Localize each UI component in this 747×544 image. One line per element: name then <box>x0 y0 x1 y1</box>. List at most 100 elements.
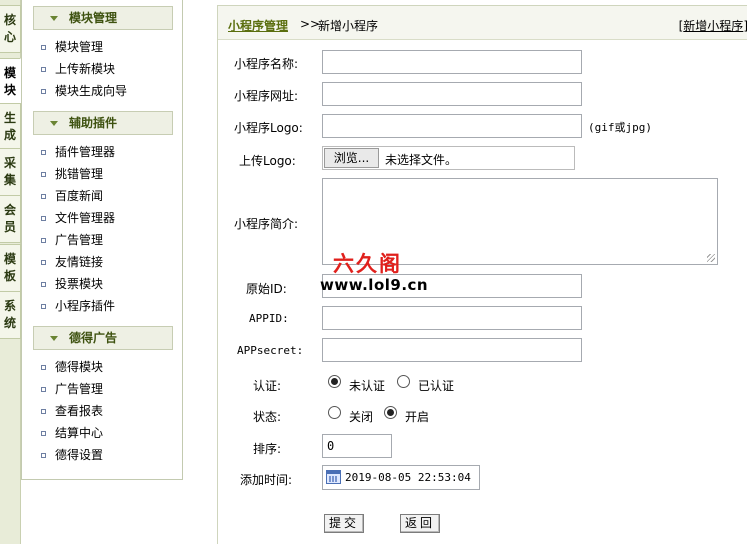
vtab-label: 采集 <box>3 156 16 187</box>
sidebar-item-settlement[interactable]: 结算中心 <box>41 424 103 442</box>
main-panel: 小程序管理 >> 新增小程序 [新增小程序] 小程序名称: 小程序网址: 小程序… <box>217 5 747 544</box>
new-miniprogram-link[interactable]: 新增小程序 <box>683 19 743 33</box>
sidebar-item-view-report[interactable]: 查看报表 <box>41 402 103 420</box>
sidebar-item-label: 文件管理器 <box>55 211 116 225</box>
menu-group-plugins[interactable]: 辅助插件 <box>33 111 173 135</box>
sidebar-item-label: 上传新模块 <box>55 62 116 76</box>
bullet-icon <box>41 67 46 72</box>
origin-id-label: 原始ID: <box>246 282 287 296</box>
sidebar-menu: 模块管理 模块管理 上传新模块 模块生成向导 辅助插件 插件管理器 挑错管理 百… <box>21 0 183 480</box>
bullet-icon <box>41 89 46 94</box>
sidebar-item-label: 结算中心 <box>55 426 104 440</box>
verify-radio-verified[interactable] <box>397 375 410 388</box>
logo-input[interactable] <box>322 114 582 138</box>
status-option-on: 开启 <box>405 410 430 424</box>
verify-radio-unverified[interactable] <box>328 375 341 388</box>
browse-button[interactable]: 浏览... <box>324 148 379 168</box>
menu-group-dede-ads[interactable]: 德得广告 <box>33 326 173 350</box>
vtab-module[interactable]: 模块 <box>0 58 21 106</box>
sidebar-item-dede-module[interactable]: 德得模块 <box>41 358 103 376</box>
sidebar-item-module-wizard[interactable]: 模块生成向导 <box>41 82 127 100</box>
sidebar-item-label: 投票模块 <box>55 277 104 291</box>
sidebar-item-label: 查看报表 <box>55 404 104 418</box>
bullet-icon <box>41 431 46 436</box>
sidebar-item-ad-manage[interactable]: 广告管理 <box>41 231 103 249</box>
breadcrumb-link-miniprogram[interactable]: 小程序管理 <box>228 17 288 34</box>
sidebar-item-file-manager[interactable]: 文件管理器 <box>41 209 115 227</box>
bracket-close: ] <box>743 19 747 33</box>
sidebar-item-baidu-news[interactable]: 百度新闻 <box>41 187 103 205</box>
status-radio-off[interactable] <box>328 406 341 419</box>
sidebar-item-label: 德得设置 <box>55 448 104 462</box>
status-radio-on[interactable] <box>384 406 397 419</box>
sort-input[interactable] <box>322 434 392 458</box>
vtab-label: 模板 <box>3 252 16 283</box>
appid-input[interactable] <box>322 306 582 330</box>
sidebar-item-friend-links[interactable]: 友情链接 <box>41 253 103 271</box>
date-time-value: 2019-08-05 22:53:04 <box>345 471 471 484</box>
logo-format-hint: (gif或jpg) <box>588 121 652 134</box>
new-miniprogram-link-wrap: [新增小程序] <box>679 17 747 34</box>
vtab-system[interactable]: 系统 <box>0 291 21 339</box>
no-file-selected-text: 未选择文件。 <box>385 153 458 167</box>
verify-option-verified: 已认证 <box>418 379 455 393</box>
bullet-icon <box>41 409 46 414</box>
sidebar-item-label: 挑错管理 <box>55 167 104 181</box>
date-time-input[interactable]: 2019-08-05 22:53:04 <box>322 465 480 490</box>
bullet-icon <box>41 172 46 177</box>
vtab-template[interactable]: 模板 <box>0 244 21 292</box>
sidebar-item-ad-manage-2[interactable]: 广告管理 <box>41 380 103 398</box>
name-input[interactable] <box>322 50 582 74</box>
bullet-icon <box>41 304 46 309</box>
bullet-icon <box>41 365 46 370</box>
sidebar-item-label: 模块管理 <box>55 40 104 54</box>
appid-label: APPID: <box>249 312 289 325</box>
status-option-off: 关闭 <box>349 410 374 424</box>
sidebar-item-module-manage[interactable]: 模块管理 <box>41 38 103 56</box>
vtab-label: 模块 <box>3 66 16 97</box>
sidebar-item-label: 友情链接 <box>55 255 104 269</box>
sidebar-item-label: 模块生成向导 <box>55 84 128 98</box>
sidebar-item-upload-module[interactable]: 上传新模块 <box>41 60 115 78</box>
submit-button[interactable]: 提交 <box>324 514 364 533</box>
logo-label: 小程序Logo: <box>234 121 303 135</box>
breadcrumb-bar: 小程序管理 >> 新增小程序 [新增小程序] <box>218 6 747 40</box>
bullet-icon <box>41 453 46 458</box>
menu-group-title: 德得广告 <box>69 331 118 345</box>
bullet-icon <box>41 238 46 243</box>
sidebar-item-plugin-manager[interactable]: 插件管理器 <box>41 143 115 161</box>
menu-group-title: 辅助插件 <box>69 116 118 130</box>
url-input[interactable] <box>322 82 582 106</box>
vtab-collect[interactable]: 采集 <box>0 148 21 196</box>
bullet-icon <box>41 194 46 199</box>
sidebar-item-vote-module[interactable]: 投票模块 <box>41 275 103 293</box>
calendar-icon[interactable] <box>326 470 341 484</box>
chevron-down-icon <box>50 336 58 341</box>
bullet-icon <box>41 45 46 50</box>
sidebar-item-label: 插件管理器 <box>55 145 116 159</box>
file-upload-field[interactable]: 浏览... 未选择文件。 <box>322 146 575 170</box>
sidebar-item-miniprogram-plugin[interactable]: 小程序插件 <box>41 297 115 315</box>
sidebar-item-dede-settings[interactable]: 德得设置 <box>41 446 103 464</box>
sidebar-item-error-manage[interactable]: 挑错管理 <box>41 165 103 183</box>
sidebar-item-label: 广告管理 <box>55 382 104 396</box>
chevron-down-icon <box>50 16 58 21</box>
bullet-icon <box>41 282 46 287</box>
sidebar-item-label: 小程序插件 <box>55 299 116 313</box>
sort-label: 排序: <box>253 442 282 456</box>
menu-group-module[interactable]: 模块管理 <box>33 6 173 30</box>
back-button[interactable]: 返回 <box>400 514 440 533</box>
vtab-generate[interactable]: 生成 <box>0 103 21 151</box>
vtab-label: 会员 <box>3 203 16 234</box>
add-time-label: 添加时间: <box>240 473 293 487</box>
name-label: 小程序名称: <box>234 57 299 71</box>
vtab-label: 系统 <box>3 299 16 330</box>
appsecret-input[interactable] <box>322 338 582 362</box>
bullet-icon <box>41 150 46 155</box>
watermark-url: www.lol9.cn <box>320 276 429 294</box>
resize-grip-icon[interactable] <box>707 254 715 262</box>
status-label: 状态: <box>253 410 282 424</box>
vtab-core[interactable]: 核心 <box>0 5 21 53</box>
sidebar-item-label: 德得模块 <box>55 360 104 374</box>
vtab-member[interactable]: 会员 <box>0 195 21 243</box>
